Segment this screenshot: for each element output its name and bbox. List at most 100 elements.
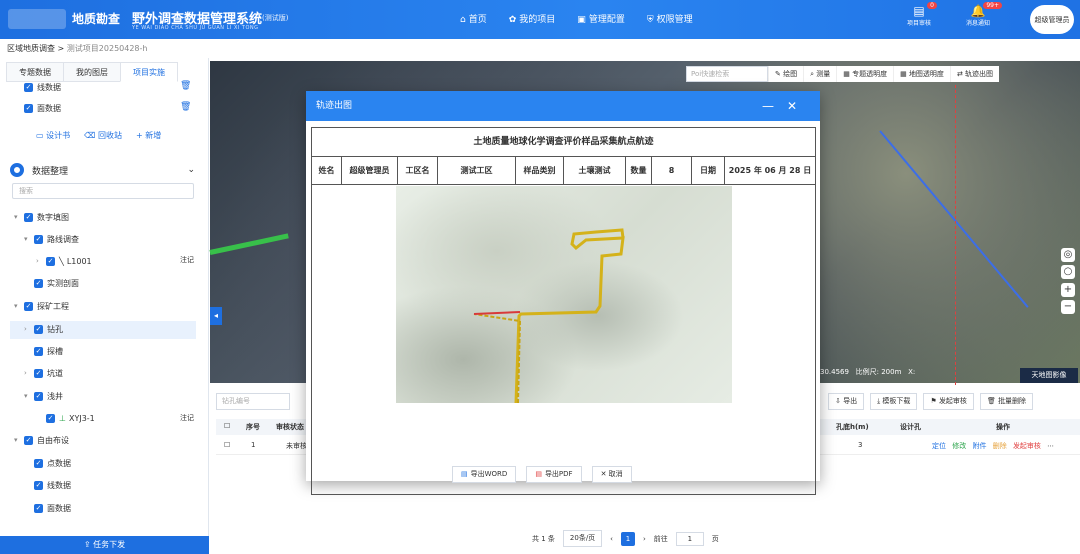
user-menu[interactable]: 超级管理员 xyxy=(1030,5,1074,34)
submit-review-link[interactable]: 发起审核 xyxy=(1013,442,1041,450)
caret-down-icon[interactable]: ▾ xyxy=(24,392,34,400)
tab-project-impl[interactable]: 项目实施 xyxy=(120,62,178,82)
tab-my-layers[interactable]: 我的图层 xyxy=(63,62,121,82)
caret-down-icon[interactable]: ▾ xyxy=(24,235,34,243)
select-all-checkbox[interactable]: ☐ xyxy=(224,422,230,430)
chevron-down-icon[interactable]: ⌄ xyxy=(187,165,195,175)
zoom-out-button[interactable]: − xyxy=(1061,300,1075,314)
tree-node[interactable]: › ✓ 坑道 xyxy=(24,366,63,380)
nav-home[interactable]: ⌂ 首页 xyxy=(460,12,487,25)
table-toolbar: 钻孔编号 xyxy=(216,393,290,411)
batch-delete-button[interactable]: 🗑 批量删除 xyxy=(979,393,1034,410)
attachment-link[interactable]: 附件 xyxy=(972,442,986,450)
export-button[interactable]: ⇩ 导出 xyxy=(828,393,865,410)
caret-right-icon[interactable]: › xyxy=(24,325,34,333)
trash-icon[interactable]: 🗑 xyxy=(180,102,191,112)
poi-search-input[interactable]: Poi快速检索 xyxy=(686,66,768,82)
tree-node[interactable]: ✓ 点数据 xyxy=(24,456,71,470)
checkbox[interactable]: ✓ xyxy=(34,458,43,468)
export-pdf-button[interactable]: ▤ 导出PDF xyxy=(526,466,582,483)
add-link[interactable]: + 新增 xyxy=(136,130,161,141)
row-checkbox[interactable]: ☐ xyxy=(224,441,230,449)
tree-node[interactable]: ▾ ✓ 路线调查 xyxy=(24,232,79,246)
caret-down-icon[interactable]: ▾ xyxy=(14,213,24,221)
tree-node[interactable]: › ✓ ╲ L1001 xyxy=(36,254,92,268)
more-icon[interactable]: ⋯ xyxy=(1047,442,1054,450)
tree-node[interactable]: ▾ ✓ 数字填图 xyxy=(14,210,69,224)
locate-link[interactable]: 定位 xyxy=(932,442,946,450)
tree-node[interactable]: ✓ 线数据 xyxy=(24,478,71,492)
prev-page-icon[interactable]: ‹ xyxy=(610,535,613,543)
page-number[interactable]: 1 xyxy=(620,531,635,546)
notice-button[interactable]: 🔔 消息通知 99+ xyxy=(958,2,1002,27)
nav-permissions[interactable]: ⛨ 权限管理 xyxy=(647,12,693,25)
minimize-icon[interactable]: — xyxy=(760,91,776,121)
zoom-in-button[interactable]: + xyxy=(1061,283,1075,297)
tree-node[interactable]: ✓ 面数据 xyxy=(24,501,71,515)
tree-node[interactable]: ✓ ⊥ XYJ3-1 xyxy=(46,411,95,425)
annotation-label[interactable]: 注记 xyxy=(180,413,194,423)
task-dispatch-button[interactable]: ⇪ 任务下发 xyxy=(0,536,209,554)
checkbox[interactable]: ✓ xyxy=(34,324,43,334)
review-button[interactable]: ▤ 项目审核 0 xyxy=(899,2,939,27)
map-opacity-tool[interactable]: ▦ 地图透明度 xyxy=(893,66,950,82)
tree-node[interactable]: ✓ 实测剖面 xyxy=(24,276,79,290)
checkbox[interactable]: ✓ xyxy=(46,256,55,266)
checkbox[interactable]: ✓ xyxy=(46,413,55,423)
list-item[interactable]: ✓ 线数据 xyxy=(24,80,61,94)
nav-config[interactable]: ▣ 管理配置 xyxy=(577,12,625,25)
checkbox[interactable]: ✓ xyxy=(34,368,43,378)
delete-link[interactable]: 删除 xyxy=(993,442,1007,450)
nav-my-projects[interactable]: ✿ 我的项目 xyxy=(509,12,556,25)
topic-opacity-tool[interactable]: ▦ 专题透明度 xyxy=(836,66,894,82)
breadcrumb-root[interactable]: 区域地质调查 xyxy=(7,44,55,53)
tree-node[interactable]: ✓ 探槽 xyxy=(24,344,63,358)
page-size-select[interactable]: 20条/页 xyxy=(562,530,603,547)
caret-down-icon[interactable]: ▾ xyxy=(14,302,24,310)
tree-node[interactable]: ▾ ✓ 浅井 xyxy=(24,389,63,403)
drill-no-input[interactable]: 钻孔编号 xyxy=(216,393,290,410)
checkbox[interactable]: ✓ xyxy=(34,234,43,244)
checkbox[interactable]: ✓ xyxy=(24,103,33,113)
track-map-image xyxy=(396,186,732,403)
checkbox[interactable]: ✓ xyxy=(34,391,43,401)
list-item[interactable]: ✓ 面数据 xyxy=(24,101,61,115)
next-page-icon[interactable]: › xyxy=(643,535,646,543)
caret-right-icon[interactable]: › xyxy=(24,369,34,377)
tree-node-selected[interactable]: › ✓ 钻孔 xyxy=(24,322,63,336)
caret-right-icon[interactable]: › xyxy=(36,257,46,265)
measure-tool[interactable]: ⌕ 测量 xyxy=(803,66,837,82)
checkbox[interactable]: ✓ xyxy=(24,212,33,222)
goto-input[interactable]: 1 xyxy=(675,531,704,546)
checkbox[interactable]: ✓ xyxy=(34,503,43,513)
collapse-panel-button[interactable]: ◂ xyxy=(210,307,222,325)
cancel-button[interactable]: ✕ 取消 xyxy=(591,466,632,483)
submit-review-button[interactable]: ⚑ 发起审核 xyxy=(923,393,974,410)
checkbox[interactable]: ✓ xyxy=(24,301,33,311)
template-download-button[interactable]: ⤓ 模板下载 xyxy=(870,393,918,410)
trash-icon[interactable]: 🗑 xyxy=(180,81,191,91)
recycle-bin-link[interactable]: ⌫ 回收站 xyxy=(84,130,122,141)
annotation-label[interactable]: 注记 xyxy=(180,255,194,265)
checkbox[interactable]: ✓ xyxy=(24,82,33,92)
checkbox[interactable]: ✓ xyxy=(24,435,33,445)
checkbox[interactable]: ✓ xyxy=(34,480,43,490)
section-header[interactable]: 数据整理 ⌄ xyxy=(10,161,195,179)
tree-search-input[interactable]: 搜索 xyxy=(12,183,194,199)
caret-down-icon[interactable]: ▾ xyxy=(14,436,24,444)
checkbox[interactable]: ✓ xyxy=(34,278,43,288)
tree-node[interactable]: ▾ ✓ 自由布设 xyxy=(14,433,69,447)
design-doc-link[interactable]: ▭ 设计书 xyxy=(36,130,70,141)
close-icon[interactable]: ✕ xyxy=(784,91,800,121)
toggle-switch[interactable] xyxy=(10,163,24,177)
tab-topic-data[interactable]: 专题数据 xyxy=(6,62,64,82)
draw-tool[interactable]: ✎ 绘图 xyxy=(768,66,804,82)
track-export-tool[interactable]: ⇄ 轨迹出图 xyxy=(949,66,1000,82)
export-word-button[interactable]: ▤ 导出WORD xyxy=(452,466,517,483)
globe-icon[interactable]: ◎ xyxy=(1061,248,1075,262)
basemap-switch-button[interactable]: 天地图影像 xyxy=(1020,368,1078,383)
edit-link[interactable]: 修改 xyxy=(952,442,966,450)
locate-icon[interactable]: ○ xyxy=(1061,265,1075,279)
tree-node[interactable]: ▾ ✓ 探矿工程 xyxy=(14,299,69,313)
checkbox[interactable]: ✓ xyxy=(34,346,43,356)
